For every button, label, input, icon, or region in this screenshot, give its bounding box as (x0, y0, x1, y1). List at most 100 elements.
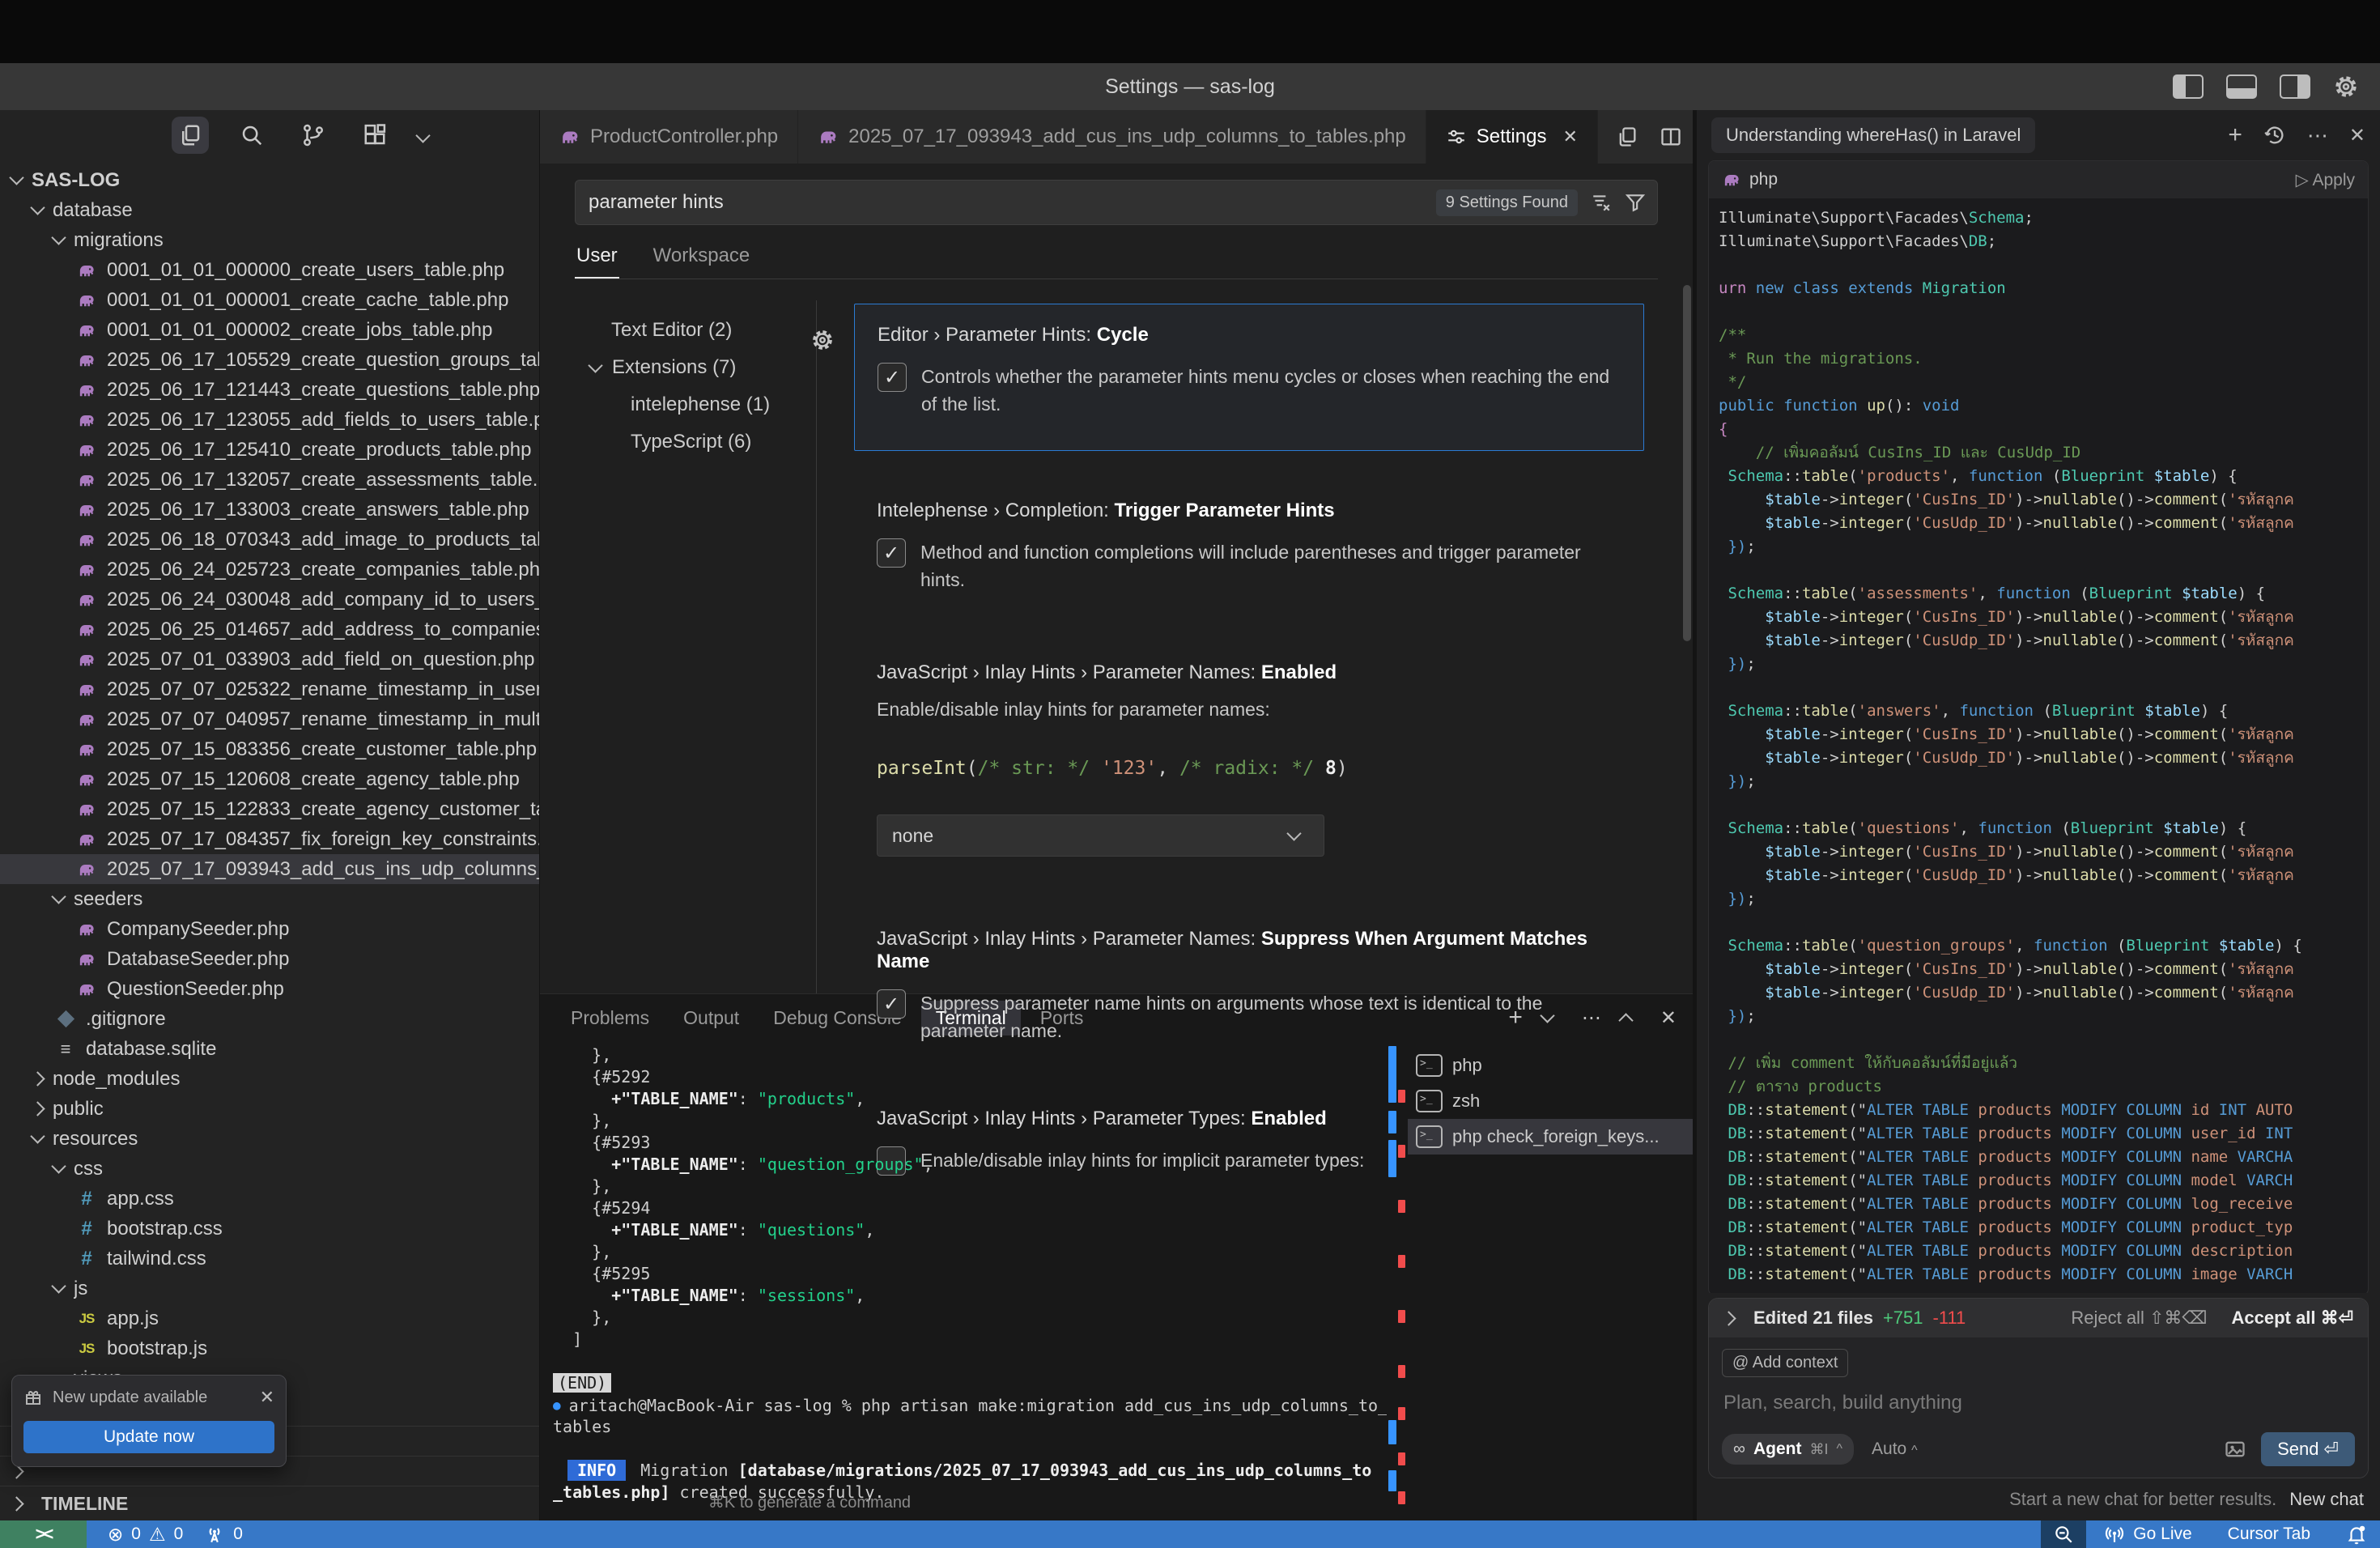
tree-item[interactable]: SAS-LOG (0, 165, 539, 195)
agent-mode-selector[interactable]: ∞ Agent ⌘I ^ (1722, 1434, 1854, 1465)
close-tab-icon[interactable]: ✕ (1562, 126, 1577, 147)
tab-settings[interactable]: Settings ✕ (1426, 110, 1598, 164)
tree-item[interactable]: #app.css (0, 1184, 539, 1214)
tree-item[interactable]: 2025_06_17_105529_create_question_groups… (0, 345, 539, 375)
checkbox-checked[interactable]: ✓ (877, 538, 906, 568)
reject-all-button[interactable]: Reject all ⇧⌘⌫ (2071, 1308, 2207, 1329)
tree-item[interactable]: .gitignore (0, 1004, 539, 1034)
add-context-chip[interactable]: @ Add context (1722, 1349, 1848, 1377)
scope-tab-user[interactable]: User (575, 233, 619, 279)
tree-item[interactable]: 2025_07_17_093943_add_cus_ins_udp_column… (0, 854, 539, 884)
tree-item[interactable]: 2025_07_01_033903_add_field_on_question.… (0, 644, 539, 674)
tree-item[interactable]: node_modules (0, 1064, 539, 1094)
tree-item[interactable]: ≡database.sqlite (0, 1034, 539, 1064)
open-changes-icon[interactable] (1616, 125, 1638, 148)
toggle-panel-icon[interactable] (2226, 74, 2257, 99)
source-control-icon[interactable] (295, 117, 332, 154)
scrollbar-thumb[interactable] (1683, 285, 1691, 641)
tree-item[interactable]: CompanySeeder.php (0, 914, 539, 944)
tree-item[interactable]: js (0, 1274, 539, 1303)
tree-item[interactable]: 2025_06_17_125410_create_products_table.… (0, 435, 539, 465)
filter-icon[interactable] (1625, 192, 1646, 213)
terminal-session-zsh[interactable]: >_zsh (1408, 1083, 1693, 1119)
checkbox-checked[interactable]: ✓ (877, 989, 906, 1019)
toc-extensions[interactable]: Extensions (7) (540, 349, 816, 386)
tree-item[interactable]: 2025_07_07_040957_rename_timestamp_in_mu… (0, 704, 539, 734)
settings-gear-icon[interactable] (2333, 74, 2359, 100)
toc-text-editor[interactable]: Text Editor (2) (540, 312, 816, 349)
tree-item[interactable]: JSbootstrap.js (0, 1333, 539, 1363)
tree-item[interactable]: 2025_06_17_133003_create_answers_table.p… (0, 495, 539, 525)
setting-gear-icon[interactable] (810, 328, 835, 352)
tree-item[interactable]: database (0, 195, 539, 225)
send-button[interactable]: Send ⏎ (2261, 1432, 2355, 1466)
tree-item[interactable]: 0001_01_01_000000_create_users_table.php (0, 255, 539, 285)
terminal-session-php[interactable]: >_php (1408, 1048, 1693, 1083)
explorer-icon[interactable] (172, 117, 209, 154)
tree-item[interactable]: DatabaseSeeder.php (0, 944, 539, 974)
tree-item[interactable]: css (0, 1154, 539, 1184)
scope-tab-workspace[interactable]: Workspace (652, 233, 752, 279)
panel-tab-problems[interactable]: Problems (556, 1001, 664, 1036)
tree-item[interactable]: 0001_01_01_000002_create_jobs_table.php (0, 315, 539, 345)
tab-productcontroller[interactable]: ProductController.php (540, 110, 798, 164)
zoom-indicator[interactable] (2041, 1520, 2086, 1548)
tree-item[interactable]: 2025_06_17_123055_add_fields_to_users_ta… (0, 405, 539, 435)
go-live-button[interactable]: Go Live (2086, 1520, 2209, 1548)
tree-item[interactable]: #bootstrap.css (0, 1214, 539, 1244)
settings-search-input[interactable] (587, 190, 1436, 215)
tree-item[interactable]: 2025_07_07_025322_rename_timestamp_in_us… (0, 674, 539, 704)
tree-item[interactable]: 2025_07_15_122833_create_agency_customer… (0, 794, 539, 824)
accept-all-button[interactable]: Accept all ⌘⏎ (2232, 1308, 2354, 1329)
tree-item[interactable]: 2025_06_24_030048_add_company_id_to_user… (0, 585, 539, 615)
apply-button[interactable]: ▷ Apply (2296, 170, 2355, 190)
extensions-icon[interactable] (356, 117, 393, 154)
close-icon[interactable]: ✕ (260, 1387, 274, 1408)
tab-migration-file[interactable]: 2025_07_17_093943_add_cus_ins_udp_column… (798, 110, 1426, 164)
tree-item[interactable]: 2025_07_15_120608_create_agency_table.ph… (0, 764, 539, 794)
edited-files-bar[interactable]: Edited 21 files +751 -111 Reject all ⇧⌘⌫… (1709, 1299, 2368, 1337)
ports-icon[interactable] (204, 1524, 225, 1545)
tree-item[interactable]: 2025_06_25_014657_add_address_to_compani… (0, 615, 539, 644)
chat-input-box[interactable]: @ Add context Plan, search, build anythi… (1709, 1337, 2368, 1478)
terminal-session-php[interactable]: >_php check_foreign_keys... (1408, 1119, 1693, 1155)
close-panel-icon[interactable]: ✕ (1660, 1006, 1677, 1030)
tree-item[interactable]: resources (0, 1124, 539, 1154)
chat-history-icon[interactable] (2263, 124, 2286, 147)
tree-item[interactable]: 0001_01_01_000001_create_cache_table.php (0, 285, 539, 315)
tree-item[interactable]: 2025_06_18_070343_add_image_to_products_… (0, 525, 539, 555)
tree-item[interactable]: 2025_06_17_121443_create_questions_table… (0, 375, 539, 405)
panel-tab-output[interactable]: Output (669, 1001, 754, 1036)
parameter-names-select[interactable]: none (877, 814, 1324, 857)
remote-indicator[interactable]: >< (0, 1520, 87, 1548)
cursor-tab-indicator[interactable]: Cursor Tab (2210, 1520, 2328, 1548)
tree-item[interactable]: public (0, 1094, 539, 1124)
checkbox-checked[interactable]: ✓ (878, 363, 907, 392)
attach-image-icon[interactable] (2224, 1438, 2246, 1461)
toc-typescript[interactable]: TypeScript (6) (540, 423, 816, 461)
toggle-secondary-sidebar-icon[interactable] (2280, 74, 2310, 99)
tree-item[interactable]: 2025_06_17_132057_create_assessments_tab… (0, 465, 539, 495)
timeline-section[interactable]: TIMELINE (0, 1486, 539, 1520)
tree-item[interactable]: migrations (0, 225, 539, 255)
toggle-sidebar-icon[interactable] (2173, 74, 2204, 99)
clear-filters-icon[interactable] (1591, 192, 1612, 213)
terminal-output[interactable]: ⌘K to generate a command }, {#5292 +"TAB… (540, 1041, 1387, 1520)
new-chat-link[interactable]: New chat (2289, 1489, 2364, 1510)
close-chat-icon[interactable]: ✕ (2349, 124, 2365, 147)
search-icon[interactable] (233, 117, 270, 154)
split-editor-icon[interactable] (1660, 125, 1682, 148)
warnings-icon[interactable]: ⚠ (149, 1524, 166, 1546)
update-now-button[interactable]: Update now (23, 1421, 274, 1453)
tree-item[interactable]: #tailwind.css (0, 1244, 539, 1274)
tree-item[interactable]: QuestionSeeder.php (0, 974, 539, 1004)
chevron-down-icon[interactable] (415, 128, 430, 142)
model-selector[interactable]: Auto ^ (1872, 1440, 1918, 1459)
notifications-bell-icon[interactable] (2328, 1520, 2380, 1548)
tree-item[interactable]: 2025_07_17_084357_fix_foreign_key_constr… (0, 824, 539, 854)
tree-item[interactable]: 2025_06_24_025723_create_companies_table… (0, 555, 539, 585)
tree-item[interactable]: 2025_07_15_083356_create_customer_table.… (0, 734, 539, 764)
new-chat-icon[interactable]: + (2228, 121, 2242, 149)
toc-intelephense[interactable]: intelephense (1) (540, 386, 816, 423)
tree-item[interactable]: seeders (0, 884, 539, 914)
